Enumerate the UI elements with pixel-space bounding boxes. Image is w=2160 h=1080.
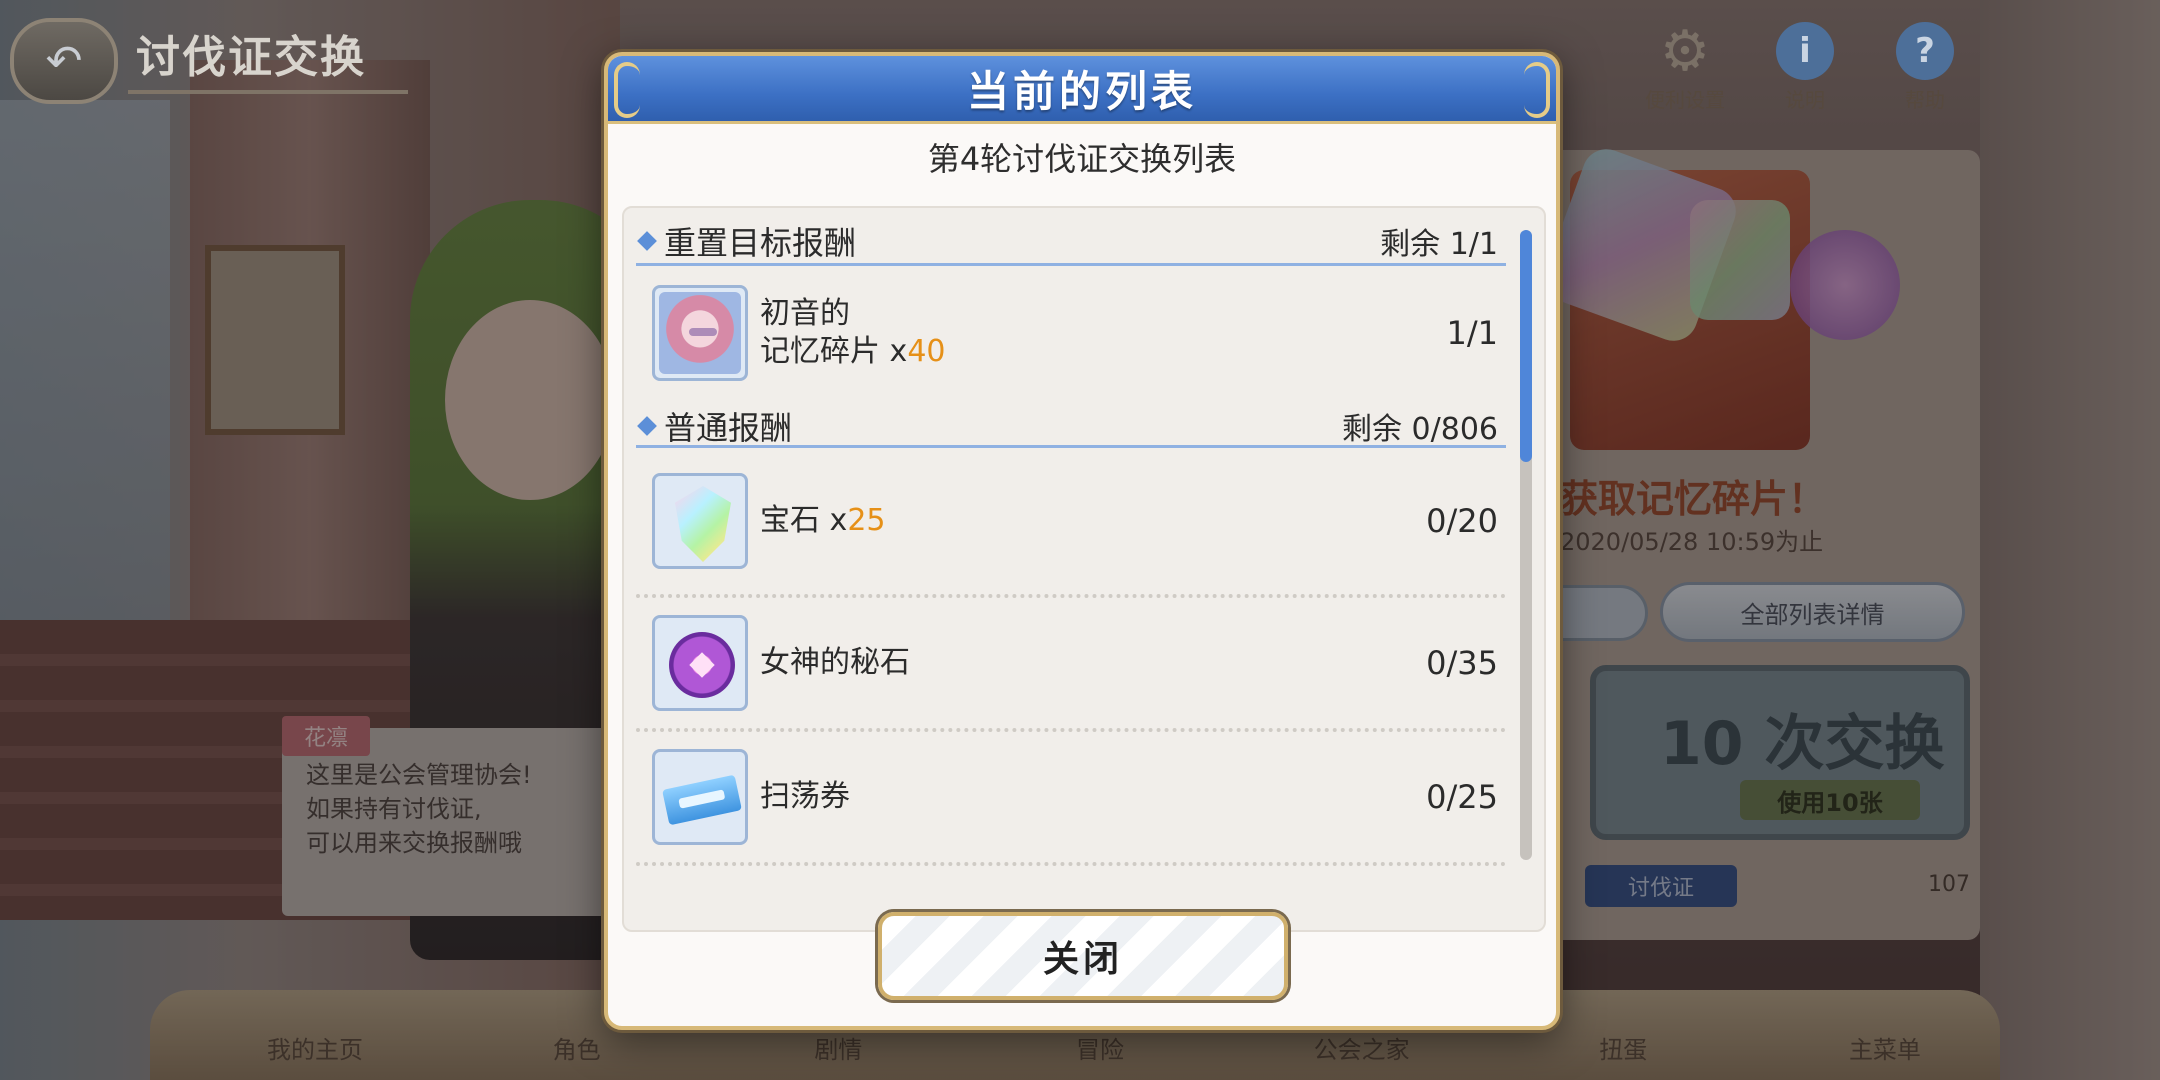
info-icon: i xyxy=(1776,22,1834,80)
info-label: 说明 xyxy=(1785,88,1825,112)
back-button[interactable]: ↶ xyxy=(10,18,118,104)
header-ornament-left xyxy=(614,62,640,118)
help-button[interactable]: ? 帮助 xyxy=(1880,22,1970,113)
hatsune-memory-piece-icon xyxy=(652,285,748,381)
list-scrollbar[interactable] xyxy=(1520,230,1532,860)
jewel-icon xyxy=(652,473,748,569)
diamond-bullet-icon xyxy=(637,230,657,251)
section-header-normal-reward: 普通报酬 剩余 0/806 xyxy=(636,396,1506,448)
item-quantity: 40 xyxy=(907,334,946,369)
item-name: 女神的秘石 xyxy=(760,645,910,680)
item-count: 1/1 xyxy=(1446,314,1499,352)
item-count: 0/20 xyxy=(1426,502,1498,540)
item-name: 扫荡券 xyxy=(760,779,850,814)
settings-button[interactable]: ⚙ 便利设置 xyxy=(1640,18,1730,113)
help-label: 帮助 xyxy=(1905,88,1945,112)
item-count: 0/35 xyxy=(1426,644,1498,682)
item-quantity: 25 xyxy=(847,503,886,538)
list-item: 女神的秘石 0/35 xyxy=(636,598,1506,732)
dialog-header: 当前的列表 xyxy=(608,56,1556,124)
item-name: 初音的 记忆碎片 x40 xyxy=(760,295,1447,371)
current-list-dialog: 当前的列表 第4轮讨伐证交换列表 重置目标报酬 剩余 1/1 初音的 记忆碎片 … xyxy=(604,52,1560,1030)
diamond-bullet-icon xyxy=(637,415,657,436)
back-arrow-icon: ↶ xyxy=(45,35,83,87)
section-header-reset-reward: 重置目标报酬 剩余 1/1 xyxy=(636,208,1506,266)
list-scrollbar-thumb[interactable] xyxy=(1520,230,1532,462)
skip-ticket-icon xyxy=(652,749,748,845)
list-item: 扫荡券 0/25 xyxy=(636,732,1506,866)
list-item: 宝石 x25 0/20 xyxy=(636,448,1506,598)
top-icon-bar: ⚙ 便利设置 i 说明 ? 帮助 xyxy=(1640,18,1970,113)
item-name-line1: 初音的 xyxy=(760,296,850,331)
page-title: 讨伐证交换 xyxy=(128,28,408,94)
dialog-subtitle: 第4轮讨伐证交换列表 xyxy=(927,140,1237,178)
goddess-stone-icon xyxy=(652,615,748,711)
item-count: 0/25 xyxy=(1426,778,1498,816)
reward-list[interactable]: 重置目标报酬 剩余 1/1 初音的 记忆碎片 x40 1/1 普通报酬 剩余 0… xyxy=(622,206,1546,932)
section-remaining: 剩余 0/806 xyxy=(1342,411,1498,447)
close-button[interactable]: 关闭 xyxy=(878,912,1288,1000)
reward-list-content: 重置目标报酬 剩余 1/1 初音的 记忆碎片 x40 1/1 普通报酬 剩余 0… xyxy=(636,208,1506,866)
gear-icon: ⚙ xyxy=(1659,18,1711,84)
list-item: 初音的 记忆碎片 x40 1/1 xyxy=(636,266,1506,400)
header-ornament-right xyxy=(1524,62,1550,118)
section-title: 普通报酬 xyxy=(664,408,793,447)
help-icon: ? xyxy=(1896,22,1954,80)
settings-label: 便利设置 xyxy=(1645,88,1725,112)
section-title: 重置目标报酬 xyxy=(664,223,857,262)
section-remaining: 剩余 1/1 xyxy=(1380,226,1498,262)
dialog-title: 当前的列表 xyxy=(966,67,1197,116)
item-name-text: 宝石 xyxy=(760,503,820,538)
info-button[interactable]: i 说明 xyxy=(1760,22,1850,113)
item-name: 宝石 x25 xyxy=(760,503,886,538)
item-name-line2: 记忆碎片 xyxy=(760,334,880,369)
